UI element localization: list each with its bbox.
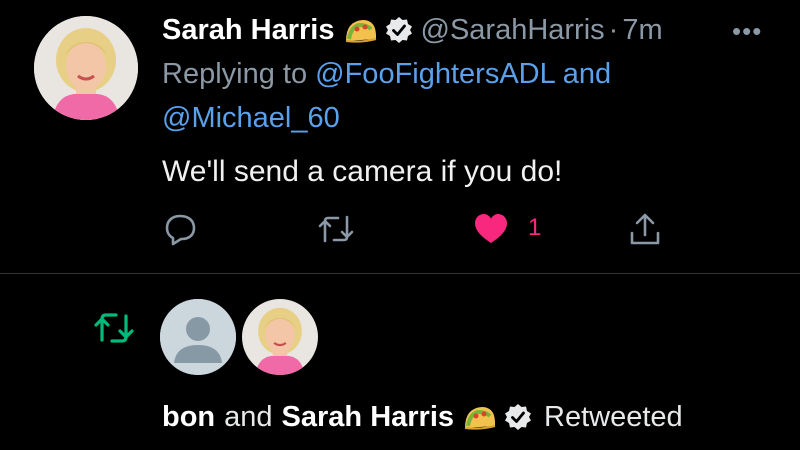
comment-icon	[165, 214, 196, 246]
author-handle[interactable]: @SarahHarris	[421, 14, 605, 47]
tweet-text: We'll send a camera if you do!	[162, 155, 563, 188]
reply-joiner: and	[562, 58, 612, 90]
like-count: 1	[528, 214, 542, 241]
sarah-harris-avatar[interactable]	[242, 299, 318, 375]
tweet-timestamp[interactable]: 7m	[622, 14, 662, 47]
tweet-header: Sarah Harris @SarahHarris · 7m	[162, 10, 663, 50]
retweeted-by-line: bon and Sarah Harris Retweeted	[162, 397, 683, 437]
retweeted-label: Retweeted	[544, 400, 683, 433]
replying-to-label: Replying to	[162, 58, 308, 90]
taco-icon	[462, 402, 498, 432]
reply-mention-1[interactable]: @FooFightersADL	[315, 58, 555, 90]
share-button[interactable]	[627, 211, 663, 247]
more-options-icon[interactable]: •••	[732, 16, 762, 47]
verified-badge-icon	[504, 403, 532, 431]
share-icon	[630, 213, 660, 245]
author-avatar[interactable]	[34, 16, 138, 120]
like-button[interactable]	[472, 211, 508, 247]
heart-filled-icon	[475, 214, 507, 243]
taco-icon	[343, 15, 379, 45]
retweet-indicator-icon	[92, 308, 136, 348]
default-user-icon	[160, 299, 236, 375]
reply-button[interactable]	[163, 211, 199, 247]
default-avatar[interactable]	[160, 299, 236, 375]
retweet-button[interactable]	[316, 211, 354, 247]
retweet-icon	[318, 215, 354, 243]
tweet-divider	[0, 273, 800, 274]
replying-to-line-2: @Michael_60	[162, 98, 340, 138]
author-name[interactable]: Sarah Harris	[162, 14, 335, 47]
reply-mention-2[interactable]: @Michael_60	[162, 102, 340, 134]
replying-to-line: Replying to @FooFightersADL and	[162, 54, 611, 94]
separator-dot: ·	[608, 13, 619, 46]
retweeter-1[interactable]: bon	[162, 401, 215, 434]
verified-badge-icon	[385, 16, 413, 44]
retweeter-joiner: and	[224, 400, 273, 433]
retweeter-2[interactable]: Sarah Harris	[282, 401, 455, 434]
